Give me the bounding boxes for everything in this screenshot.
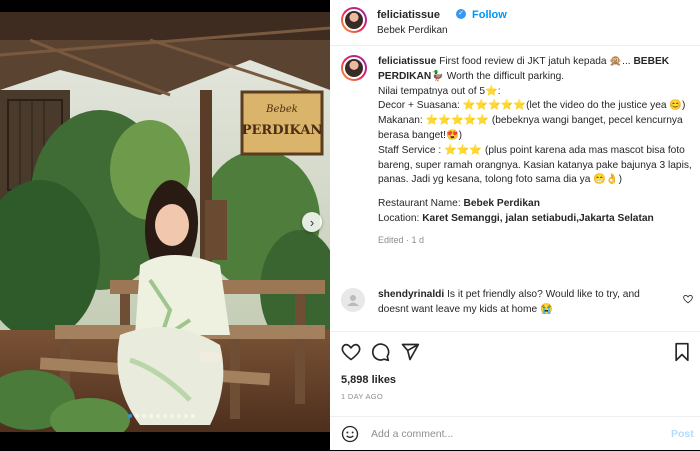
smiley-icon[interactable] [341,425,359,443]
caption-line: Nilai tempatnya out of 5⭐️: [378,85,501,97]
verified-badge-icon: ✓ [456,9,466,19]
comment-input[interactable]: Add a comment... [371,428,453,440]
caption-line: 🦆 Worth the difficult parking. [431,70,565,82]
caption-line: Makanan: ⭐️⭐️⭐️⭐️⭐️ (bebeknya wangi bang… [378,115,683,141]
carousel-dot [177,414,181,418]
caption-line: First food review di JKT jatuh kepada 🙊.… [439,56,634,67]
post-actions: 5,898 likes 1 DAY AGO Add a comment... P… [330,331,700,450]
location-label: Location: [378,212,423,224]
chevron-right-icon: › [309,214,315,230]
carousel-indicator [128,414,195,418]
carousel-dot [170,414,174,418]
comment-like-heart-icon[interactable] [683,294,693,307]
send-icon[interactable] [400,342,420,362]
caption-meta: Edited · 1 d [378,234,425,245]
location-value: Karet Semanggi, jalan setiabudi,Jakarta … [422,212,654,224]
post-comment-button[interactable]: Post [671,428,694,440]
photo-illustration: Bebek PERDIKAN [0,0,330,450]
avatar[interactable] [341,55,367,81]
post-photo: Bebek PERDIKAN › [0,0,330,450]
caption-line: Decor + Suasana: ⭐️⭐️⭐️⭐️⭐️(let the vide… [378,100,686,112]
carousel-dot [128,414,132,418]
caption-username[interactable]: feliciatissue [378,56,436,67]
likes-count[interactable]: 5,898 likes [341,374,396,386]
follow-button[interactable]: Follow [472,9,507,21]
post-details-panel: feliciatissue ✓ Follow Bebek Perdikan fe… [330,0,700,450]
carousel-dot [191,414,195,418]
location-link[interactable]: Bebek Perdikan [377,25,448,36]
post-date: 1 DAY AGO [341,392,384,401]
heart-icon[interactable] [341,342,361,362]
commenter-avatar[interactable] [341,288,365,312]
caption-line: Staff Service : ⭐️⭐️⭐️ (plus point karen… [378,144,692,186]
carousel-dot [156,414,160,418]
comment-text: shendyrinaldi Is it pet friendly also? W… [378,288,668,318]
restaurant-name: Bebek Perdikan [463,198,540,210]
header-username[interactable]: feliciatissue [377,9,440,21]
carousel-dot [142,414,146,418]
comment-username[interactable]: shendyrinaldi [378,289,444,300]
add-comment-bar: Add a comment... Post [330,416,700,451]
next-photo-button[interactable]: › [302,212,322,232]
bookmark-icon[interactable] [673,342,693,362]
carousel-dot [163,414,167,418]
post-header: feliciatissue ✓ Follow Bebek Perdikan [330,0,700,46]
avatar[interactable] [341,7,367,33]
carousel-dot [184,414,188,418]
restaurant-label: Restaurant Name: [378,198,464,210]
carousel-dot [149,414,153,418]
sign-text-2: PERDIKAN [242,123,323,138]
sign-text-1: Bebek [265,104,298,115]
carousel-dot [135,414,139,418]
comment-icon[interactable] [370,342,390,362]
caption-text: feliciatissue First food review di JKT j… [378,55,693,248]
